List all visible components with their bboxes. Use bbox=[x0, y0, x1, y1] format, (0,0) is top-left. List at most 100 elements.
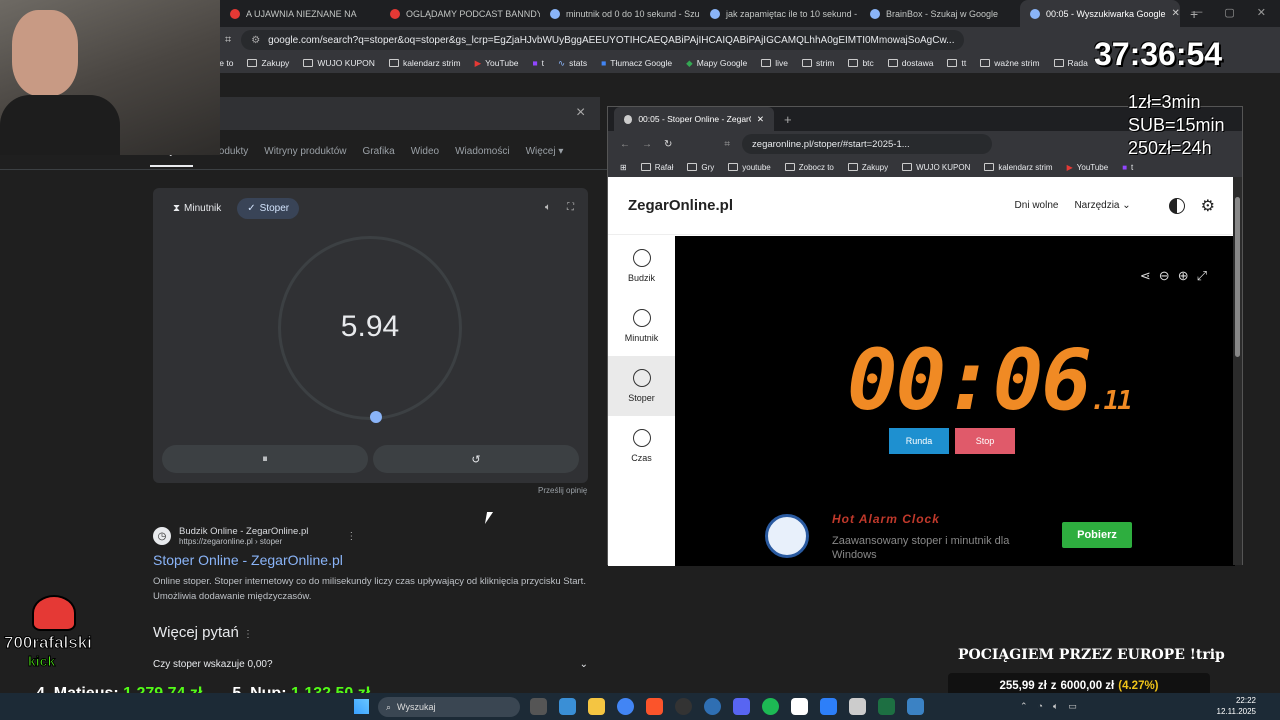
bookmark-item[interactable]: Rafał bbox=[640, 163, 673, 172]
bookmark-item[interactable]: tt bbox=[947, 58, 966, 68]
bookmark-item[interactable]: Zobocz to bbox=[784, 163, 834, 172]
bookmark-item[interactable]: Zakupy bbox=[847, 163, 888, 172]
obs-icon[interactable] bbox=[675, 698, 692, 715]
stopwatch-tab[interactable]: ✓ Stoper bbox=[237, 198, 300, 219]
share-icon[interactable]: ⋖ bbox=[1140, 268, 1151, 284]
fullscreen-icon[interactable]: ⤢ bbox=[1197, 268, 1207, 284]
scrollbar[interactable] bbox=[1233, 177, 1242, 565]
excel-icon[interactable] bbox=[878, 698, 895, 715]
bookmark-item[interactable]: Zakupy bbox=[247, 58, 289, 68]
browser-tab[interactable]: jak zapamiętac ile to 10 sekund - Sz bbox=[700, 0, 860, 27]
zoom-in-icon[interactable]: ⊕ bbox=[1178, 268, 1189, 284]
bookmark-item[interactable]: Gry bbox=[687, 163, 714, 172]
battery-icon[interactable]: ▭ bbox=[1068, 701, 1077, 712]
bookmark-item[interactable]: ■ Tłumacz Google bbox=[601, 58, 672, 68]
volume-icon[interactable]: 🔈︎ bbox=[545, 202, 551, 213]
ad-title[interactable]: Hot Alarm Clock bbox=[832, 512, 940, 526]
more-options-icon[interactable]: ⋮ bbox=[346, 531, 356, 542]
zoom-out-icon[interactable]: ⊖ bbox=[1159, 268, 1170, 284]
close-tab-icon[interactable]: ✕ bbox=[757, 114, 764, 125]
tab-product-sites[interactable]: Witryny produktów bbox=[264, 146, 346, 167]
sidebar-item-stopwatch[interactable]: Stoper bbox=[608, 356, 675, 416]
reset-button[interactable]: ↺ bbox=[373, 445, 579, 473]
question-item[interactable]: Czy stoper wskazuje 0,00? ⌄ bbox=[153, 659, 588, 670]
result-url[interactable]: https://zegaronline.pl › stoper bbox=[179, 537, 308, 546]
minimize-icon[interactable]: — bbox=[1191, 6, 1202, 19]
download-button[interactable]: Pobierz bbox=[1062, 522, 1132, 548]
back-icon[interactable]: ← bbox=[620, 139, 630, 150]
store-icon[interactable] bbox=[559, 698, 576, 715]
browser-tab[interactable]: BrainBox - Szukaj w Google bbox=[860, 0, 1020, 27]
feedback-link[interactable]: Prześlij opinię bbox=[538, 486, 587, 495]
popup-omnibox[interactable]: zegaronline.pl/stoper/#start=2025-1... bbox=[742, 134, 993, 154]
lap-button[interactable]: Runda bbox=[889, 428, 949, 454]
bookmark-item[interactable]: ▶ YouTube bbox=[1067, 163, 1109, 172]
dark-mode-toggle-icon[interactable] bbox=[1168, 197, 1185, 214]
tab-news[interactable]: Wiadomości bbox=[455, 146, 509, 167]
bookmark-item[interactable]: Rada bbox=[1053, 58, 1088, 68]
browser-tab[interactable]: OGLĄDAMY PODCAST BANNDY bbox=[380, 0, 540, 27]
alarm-clock-ad-icon[interactable] bbox=[765, 514, 809, 558]
bookmark-item[interactable]: btc bbox=[848, 58, 874, 68]
bookmark-item[interactable]: youtube bbox=[728, 163, 771, 172]
wifi-icon[interactable]: ◔ bbox=[1038, 701, 1043, 712]
app-icon[interactable] bbox=[704, 698, 721, 715]
tab-video[interactable]: Wideo bbox=[411, 146, 439, 167]
tab-images[interactable]: Grafika bbox=[363, 146, 395, 167]
omnibox[interactable]: ⚙ google.com/search?q=stoper&oq=stoper&g… bbox=[241, 30, 965, 50]
app-icon[interactable] bbox=[849, 698, 866, 715]
taskbar-clock[interactable]: 22:22 12.11.2025 bbox=[1217, 695, 1256, 717]
result-title-link[interactable]: Stoper Online - ZegarOnline.pl bbox=[153, 552, 593, 568]
volume-icon[interactable]: 🔈︎ bbox=[1053, 701, 1058, 712]
bookmark-item[interactable]: ■ t bbox=[1122, 163, 1133, 172]
app-icon[interactable] bbox=[820, 698, 837, 715]
bookmark-item[interactable]: WUJO KUPON bbox=[902, 163, 970, 172]
browser-tab[interactable]: minutnik od 0 do 10 sekund - Szukaj bbox=[540, 0, 700, 27]
file-explorer-icon[interactable] bbox=[588, 698, 605, 715]
maximize-icon[interactable]: ▢ bbox=[1224, 6, 1234, 19]
bookmark-icon[interactable]: ⌗ bbox=[724, 139, 730, 150]
browser-tab-active[interactable]: 00:05 - Wyszukiwarka Google ✕ bbox=[1020, 0, 1180, 27]
bookmark-item[interactable]: live bbox=[761, 58, 788, 68]
app-icon[interactable] bbox=[791, 698, 808, 715]
sidebar-item-timer[interactable]: Minutnik bbox=[608, 296, 675, 356]
bookmark-item[interactable]: WUJO KUPON bbox=[303, 58, 375, 68]
scrollbar-thumb[interactable] bbox=[1235, 197, 1240, 357]
bookmark-item[interactable]: kalendarz strim bbox=[984, 163, 1053, 172]
sidebar-item-time[interactable]: Czas bbox=[608, 416, 675, 476]
clear-search-icon[interactable]: × bbox=[576, 104, 585, 122]
bookmark-item[interactable]: strim bbox=[802, 58, 834, 68]
site-logo[interactable]: ZegarOnline.pl bbox=[628, 197, 733, 214]
chrome-icon[interactable] bbox=[617, 698, 634, 715]
more-options-icon[interactable]: ⋮ bbox=[243, 629, 253, 640]
new-tab-button[interactable]: + bbox=[784, 112, 792, 127]
nav-free-days[interactable]: Dni wolne bbox=[1015, 200, 1059, 211]
windows-start-icon[interactable] bbox=[354, 699, 369, 714]
apps-grid-icon[interactable]: ⊞ bbox=[620, 163, 627, 172]
bookmark-item[interactable]: dostawa bbox=[887, 58, 933, 68]
tray-icon[interactable]: ⌃ bbox=[1020, 701, 1028, 712]
bookmark-icon[interactable]: ⌗ bbox=[225, 34, 231, 47]
browser-tab[interactable]: A UJAWNIA NIEZNANE NA bbox=[220, 0, 380, 27]
tab-more[interactable]: Więcej ▾ bbox=[526, 146, 564, 167]
forward-icon[interactable]: → bbox=[642, 139, 652, 150]
brave-icon[interactable] bbox=[646, 698, 663, 715]
pause-button[interactable]: ⏸ bbox=[162, 445, 368, 473]
nav-tools[interactable]: Narzędzia ⌄ bbox=[1074, 200, 1130, 211]
settings-gear-icon[interactable]: ⚙ bbox=[1201, 196, 1215, 216]
popup-tab[interactable]: 00:05 - Stoper Online - ZegarOn ✕ bbox=[614, 107, 774, 131]
fullscreen-icon[interactable]: ⛶ bbox=[567, 202, 574, 213]
bookmark-item[interactable]: ▶ YouTube bbox=[475, 58, 519, 69]
search-box[interactable] bbox=[220, 97, 600, 130]
app-icon[interactable] bbox=[907, 698, 924, 715]
url-text[interactable]: google.com/search?q=stoper&oq=stoper&gs_… bbox=[268, 35, 954, 46]
bookmark-item[interactable]: ∿ stats bbox=[558, 58, 587, 69]
stop-button[interactable]: Stop bbox=[955, 428, 1015, 454]
bookmark-item[interactable]: kalendarz strim bbox=[388, 58, 461, 68]
bookmark-item[interactable]: ◆ Mapy Google bbox=[686, 58, 747, 69]
bookmark-item[interactable]: ■ t bbox=[533, 58, 545, 68]
taskbar-search[interactable]: ⌕ Wyszukaj bbox=[378, 697, 520, 717]
sidebar-item-alarm[interactable]: Budzik bbox=[608, 236, 675, 296]
timer-tab[interactable]: ⧗ Minutnik bbox=[163, 198, 231, 219]
reload-icon[interactable]: ↻ bbox=[664, 139, 672, 150]
